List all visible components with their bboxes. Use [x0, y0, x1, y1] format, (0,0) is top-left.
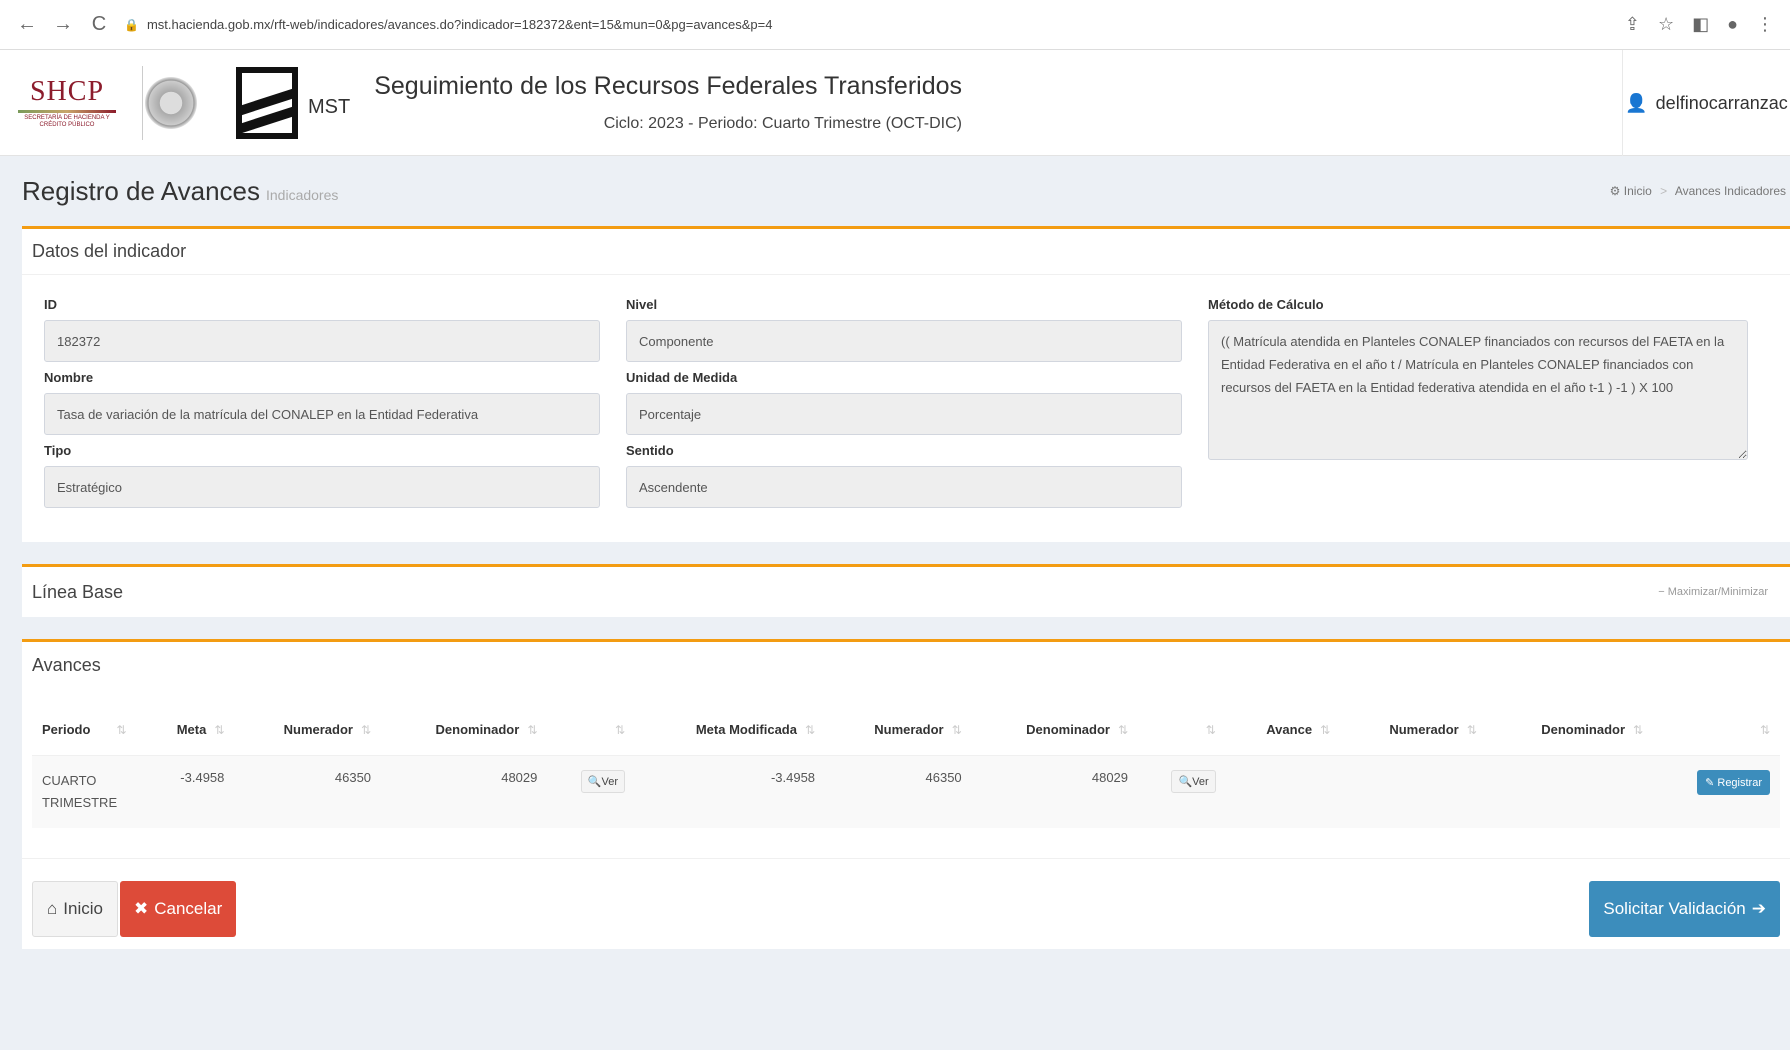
- col-denominador[interactable]: Denominador ⇅: [381, 704, 548, 756]
- star-icon[interactable]: ☆: [1658, 14, 1674, 35]
- col-actions[interactable]: ⇅: [1653, 704, 1780, 756]
- registrar-button[interactable]: ✎ Registrar: [1697, 770, 1770, 795]
- cell-numerador-3: [1340, 755, 1487, 829]
- sentido-label: Sentido: [626, 443, 674, 458]
- home-icon: ⌂: [47, 899, 58, 919]
- avances-table: Periodo ⇅ Meta ⇅ Numerador ⇅ Denominador ⇅ ⇅…: [32, 704, 1780, 829]
- table-row: CUARTO TRIMESTRE -3.4958 46350 48029 🔍Ve…: [32, 755, 1780, 829]
- arrow-right-icon: ➔: [1751, 899, 1766, 919]
- main-content: Registro de Avances Indicadores ⚙ Inicio …: [0, 156, 1790, 950]
- page-title: Registro de Avances Indicadores: [22, 175, 339, 206]
- cell-meta: -3.4958: [142, 755, 235, 829]
- col-avance[interactable]: Avance ⇅: [1225, 704, 1341, 756]
- linea-base-box: Línea Base − Maximizar/Minimizar: [22, 564, 1790, 617]
- toggle-collapse-button[interactable]: − Maximizar/Minimizar: [1658, 586, 1780, 598]
- address-bar[interactable]: 🔒 mst.hacienda.gob.mx/rft-web/indicadore…: [124, 17, 1611, 32]
- profile-icon[interactable]: ●: [1727, 14, 1738, 35]
- national-seal-icon: [142, 65, 198, 140]
- avances-box: Avances Periodo ⇅ Meta ⇅ Numerador ⇅ Denomi…: [22, 639, 1790, 950]
- breadcrumb-inicio[interactable]: Inicio: [1624, 184, 1652, 198]
- nombre-field: Tasa de variación de la matrícula del CO…: [44, 393, 600, 435]
- app-header: SHCP SECRETARÍA DE HACIENDA Y CRÉDITO PÚ…: [0, 50, 1790, 156]
- unidad-field: Porcentaje: [626, 393, 1182, 435]
- unidad-label: Unidad de Medida: [626, 370, 738, 385]
- cell-numerador: 46350: [234, 755, 382, 829]
- browser-toolbar: ← → C 🔒 mst.hacienda.gob.mx/rft-web/indi…: [0, 0, 1790, 50]
- shcp-logo-subtext: SECRETARÍA DE HACIENDA Y CRÉDITO PÚBLICO: [24, 114, 110, 128]
- nivel-field: Componente: [626, 320, 1182, 362]
- cancelar-button[interactable]: ✖ Cancelar: [119, 881, 237, 938]
- metodo-label: Método de Cálculo: [1208, 297, 1324, 312]
- cell-periodo: CUARTO TRIMESTRE: [32, 755, 142, 829]
- user-icon: 👤: [1625, 92, 1648, 113]
- page-header: Registro de Avances Indicadores ⚙ Inicio …: [22, 156, 1790, 226]
- datos-title: Datos del indicador: [32, 241, 187, 261]
- cell-avance: [1225, 755, 1341, 829]
- solicitar-validacion-button[interactable]: Solicitar Validación ➔: [1589, 881, 1780, 938]
- reload-icon[interactable]: C: [88, 13, 110, 36]
- sentido-field: Ascendente: [626, 466, 1182, 508]
- mst-label: MST: [308, 96, 351, 118]
- ver-button[interactable]: 🔍Ver: [580, 770, 626, 793]
- forward-icon[interactable]: →: [52, 13, 74, 36]
- dashboard-icon: ⚙: [1609, 184, 1621, 198]
- url-text[interactable]: mst.hacienda.gob.mx/rft-web/indicadores/…: [147, 17, 773, 32]
- mst-logo-icon: [236, 66, 298, 139]
- tipo-label: Tipo: [44, 443, 72, 458]
- pencil-icon: ✎: [1705, 777, 1715, 789]
- shcp-logo: SHCP SECRETARÍA DE HACIENDA Y CRÉDITO PÚ…: [12, 76, 122, 129]
- id-label: ID: [44, 297, 57, 312]
- cell-denominador-2: 48029: [971, 755, 1139, 829]
- col-numerador[interactable]: Numerador ⇅: [234, 704, 382, 756]
- cell-numerador-2: 46350: [825, 755, 972, 829]
- user-menu[interactable]: 👤 delfinocarranzac: [1622, 50, 1790, 156]
- metodo-textarea[interactable]: (( Matrícula atendida en Planteles CONAL…: [1208, 320, 1748, 460]
- col-ver-2[interactable]: ⇅: [1138, 704, 1226, 756]
- col-numerador-3[interactable]: Numerador ⇅: [1340, 704, 1487, 756]
- nombre-label: Nombre: [44, 370, 94, 385]
- back-icon[interactable]: ←: [16, 13, 38, 36]
- cell-meta-modificada: -3.4958: [635, 755, 826, 829]
- nivel-label: Nivel: [626, 297, 658, 312]
- breadcrumb: ⚙ Inicio > Avances Indicadores: [1609, 184, 1786, 198]
- search-icon: 🔍: [1178, 776, 1193, 788]
- col-periodo[interactable]: Periodo ⇅: [32, 704, 142, 756]
- tipo-field: Estratégico: [44, 466, 600, 508]
- username: delfinocarranzac: [1655, 92, 1788, 113]
- linea-base-title: Línea Base: [32, 581, 124, 602]
- col-meta-modificada[interactable]: Meta Modificada ⇅: [635, 704, 826, 756]
- header-titles: Seguimiento de los Recursos Federales Tr…: [374, 72, 962, 133]
- share-icon[interactable]: ⇪: [1625, 14, 1640, 35]
- sidepanel-icon[interactable]: ◧: [1692, 14, 1709, 35]
- menu-icon[interactable]: ⋮: [1756, 14, 1774, 35]
- shcp-logo-text: SHCP: [29, 75, 105, 107]
- lock-icon: 🔒: [124, 17, 139, 32]
- col-ver[interactable]: ⇅: [547, 704, 636, 756]
- close-icon: ✖: [133, 899, 149, 919]
- datos-indicador-box: Datos del indicador ID 182372 Nombre Tasa …: [22, 226, 1790, 542]
- app-title: Seguimiento de los Recursos Federales Tr…: [374, 72, 963, 100]
- id-field: 182372: [44, 320, 600, 362]
- avances-title: Avances: [32, 654, 101, 675]
- inicio-button[interactable]: ⌂ Inicio: [32, 881, 118, 938]
- ver-button-2[interactable]: 🔍Ver: [1171, 770, 1216, 793]
- col-denominador-3[interactable]: Denominador ⇅: [1486, 704, 1654, 756]
- breadcrumb-avances: Avances Indicadores: [1674, 184, 1786, 198]
- cycle-period: Ciclo: 2023 - Periodo: Cuarto Trimestre …: [603, 115, 963, 132]
- col-numerador-2[interactable]: Numerador ⇅: [825, 704, 972, 756]
- cell-denominador: 48029: [381, 755, 548, 829]
- page-subtitle: Indicadores: [266, 186, 339, 203]
- search-icon: 🔍: [587, 776, 602, 788]
- action-bar: ⌂ Inicio ✖ Cancelar Solicitar Validación ➔: [22, 858, 1790, 949]
- col-meta[interactable]: Meta ⇅: [142, 704, 235, 756]
- col-denominador-2[interactable]: Denominador ⇅: [971, 704, 1139, 756]
- cell-denominador-3: [1486, 755, 1654, 829]
